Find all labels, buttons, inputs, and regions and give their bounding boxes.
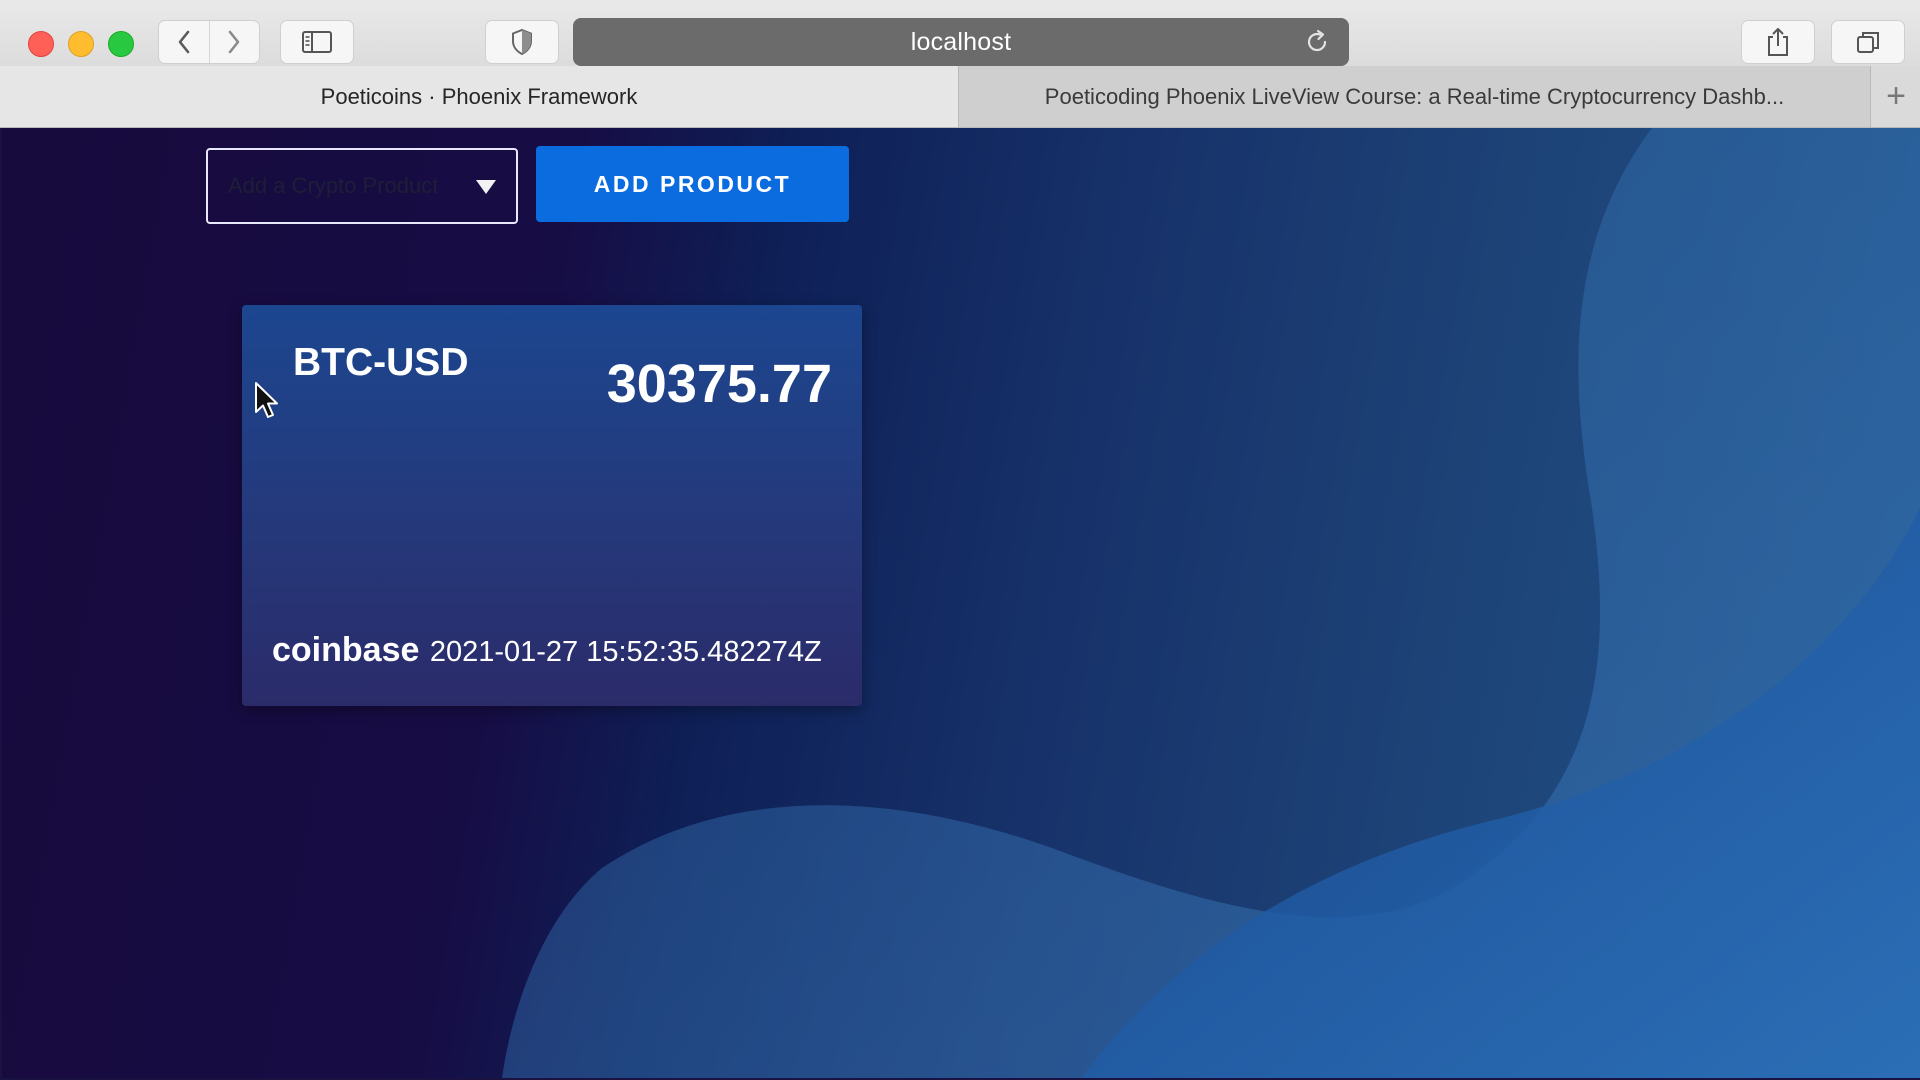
back-button[interactable] xyxy=(159,21,210,63)
reload-icon[interactable] xyxy=(1303,28,1331,56)
tab-poeticoins[interactable]: Poeticoins · Phoenix Framework xyxy=(0,66,958,127)
tab-bar: Poeticoins · Phoenix Framework Poeticodi… xyxy=(0,66,1920,128)
mouse-cursor-icon xyxy=(255,382,278,418)
tab-title: Poeticoins · Phoenix Framework xyxy=(320,83,638,109)
product-pair: BTC-USD xyxy=(293,341,469,384)
close-window-icon[interactable] xyxy=(28,31,54,57)
zoom-window-icon[interactable] xyxy=(108,31,134,57)
page-content: Add a Crypto Product ADD PRODUCT BTC-USD… xyxy=(2,128,1920,1078)
privacy-report-button[interactable] xyxy=(485,20,559,64)
browser-window: localhost Poeticoins · Phoenix Framework xyxy=(0,0,1920,1080)
forward-icon xyxy=(228,30,240,54)
tab-title: Poeticoding Phoenix LiveView Course: a R… xyxy=(1044,83,1785,109)
sidebar-icon xyxy=(302,31,332,53)
shield-icon xyxy=(512,28,532,56)
trade-timestamp: 2021-01-27 15:52:35.482274Z xyxy=(429,636,822,668)
share-button[interactable] xyxy=(1741,20,1815,64)
history-navigation xyxy=(158,20,260,64)
share-icon xyxy=(1768,28,1788,56)
add-product-label: ADD PRODUCT xyxy=(593,170,792,197)
address-bar[interactable]: localhost xyxy=(573,18,1349,66)
tab-poeticoding-course[interactable]: Poeticoding Phoenix LiveView Course: a R… xyxy=(958,66,1870,127)
add-product-button[interactable]: ADD PRODUCT xyxy=(536,146,849,222)
crypto-product-select[interactable]: Add a Crypto Product xyxy=(206,148,518,224)
plus-icon: + xyxy=(1886,77,1906,115)
tab-overview-button[interactable] xyxy=(1831,20,1905,64)
minimize-window-icon[interactable] xyxy=(68,31,94,57)
forward-button[interactable] xyxy=(210,21,260,63)
back-icon xyxy=(178,30,190,54)
sidebar-button[interactable] xyxy=(280,20,354,64)
url-text: localhost xyxy=(910,27,1012,56)
tabs-overview-icon xyxy=(1857,32,1879,53)
browser-toolbar: localhost xyxy=(0,0,1920,66)
exchange-name: coinbase xyxy=(272,631,420,669)
new-tab-button[interactable]: + xyxy=(1870,66,1920,127)
product-price: 30375.77 xyxy=(606,354,832,414)
product-card: BTC-USD 30375.77 coinbase 2021-01-27 15:… xyxy=(242,305,862,706)
product-select-value: Add a Crypto Product xyxy=(228,173,439,198)
card-footer: coinbase 2021-01-27 15:52:35.482274Z xyxy=(272,631,832,670)
chevron-down-icon xyxy=(476,180,496,194)
